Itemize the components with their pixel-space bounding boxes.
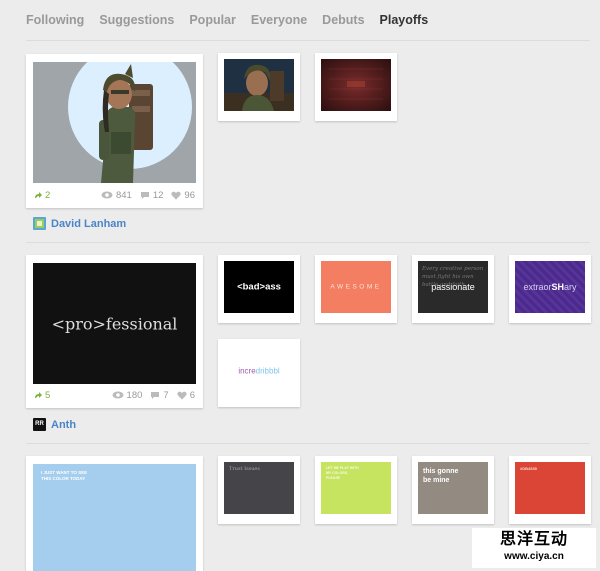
thumb-image[interactable]: LET ME PLAY WITH MY COLORS, PLEASE xyxy=(321,462,391,514)
likes-value: 6 xyxy=(189,389,195,401)
thumb-card[interactable]: this gonne be mine xyxy=(412,456,494,524)
main-shot-card[interactable]: <pro>fessional 5 180 7 6 xyxy=(26,255,203,408)
rebound-arrow-icon xyxy=(35,192,42,198)
red-texture-image[interactable] xyxy=(321,59,391,111)
views-value: 180 xyxy=(126,389,143,401)
thumb-text: LET ME PLAY WITH MY COLORS, PLEASE xyxy=(326,466,359,480)
rebound-value: 5 xyxy=(45,389,51,401)
thumb-text: this gonne be mine xyxy=(423,468,459,484)
thumb-image[interactable]: #DB4535 xyxy=(515,462,585,514)
comments-stat[interactable]: 7 xyxy=(150,389,169,401)
thumb-text-post: dribbbl xyxy=(255,366,280,376)
tab-popular[interactable]: Popular xyxy=(189,13,236,29)
thumb-text: passionate xyxy=(431,282,475,292)
views-stat: 841 xyxy=(101,190,132,201)
watermark-cn: 思洋互动 xyxy=(499,531,568,548)
thumb-card[interactable]: <bad>ass xyxy=(218,255,300,323)
thumb-text: incredribbbl xyxy=(224,367,294,376)
divider xyxy=(26,40,590,41)
rebound-arrow-icon xyxy=(35,392,42,398)
thumb-image[interactable]: incredribbbl xyxy=(224,345,294,397)
shot-stats: 5 180 7 6 xyxy=(34,388,195,402)
avatar: RR xyxy=(33,418,46,431)
thumb-image[interactable]: this gonne be mine xyxy=(418,462,488,514)
thumb-card[interactable]: LET ME PLAY WITH MY COLORS, PLEASE xyxy=(315,456,397,524)
views-stat: 180 xyxy=(112,389,143,401)
rebound-count[interactable]: 5 xyxy=(34,390,50,401)
thumb-text: #DB4535 xyxy=(520,466,537,471)
tab-debuts[interactable]: Debuts xyxy=(322,13,364,29)
thumb-card[interactable]: Trust Issues xyxy=(218,456,300,524)
warrior-illustration-image xyxy=(33,62,196,183)
rebound-value: 2 xyxy=(45,189,51,201)
shot-caption: I JUST WANT TO SEE THIS COLOR TODAY xyxy=(41,470,88,481)
character-closeup-image xyxy=(224,59,294,111)
watermark-url: www.ciya.cn xyxy=(504,551,564,562)
thumb-text: Trust Issues xyxy=(229,466,260,472)
thumb-card[interactable]: extraorSHary xyxy=(509,255,591,323)
heart-icon xyxy=(177,391,187,399)
thumb-card[interactable]: Every creative person must fight his own… xyxy=(412,255,494,323)
thumb-text: <bad>ass xyxy=(237,281,281,293)
main-shot-card[interactable]: 2 841 12 96 xyxy=(26,54,203,208)
thumb-card[interactable] xyxy=(218,53,300,121)
avatar xyxy=(33,217,46,230)
thumb-text-pre: incre xyxy=(238,366,256,376)
main-shot-image[interactable] xyxy=(33,62,196,183)
divider xyxy=(26,443,590,444)
likes-value: 96 xyxy=(184,189,195,201)
rebound-count[interactable]: 2 xyxy=(34,190,50,201)
thumb-text: extraorSHary xyxy=(515,282,585,292)
comment-icon xyxy=(140,191,149,199)
heart-icon xyxy=(171,191,182,199)
main-shot-image[interactable]: <pro>fessional xyxy=(33,263,196,384)
shot-stats: 2 841 12 96 xyxy=(34,188,195,202)
thumb-card[interactable]: AWESOME xyxy=(315,255,397,323)
views-value: 841 xyxy=(115,189,132,201)
eye-icon xyxy=(101,191,113,199)
thumb-card[interactable]: incredribbbl xyxy=(218,339,300,407)
author-name[interactable]: David Lanham xyxy=(51,218,126,230)
watermark: 思洋互动 www.ciya.cn xyxy=(472,528,596,568)
thumb-text: AWESOME xyxy=(330,283,382,291)
thumb-image[interactable]: AWESOME xyxy=(321,261,391,313)
comments-value: 12 xyxy=(152,189,164,201)
thumb-card[interactable]: #DB4535 xyxy=(509,456,591,524)
comment-icon xyxy=(151,391,160,399)
thumb-image[interactable]: extraorSHary xyxy=(515,261,585,313)
thumb-card[interactable] xyxy=(315,53,397,121)
divider xyxy=(26,242,590,243)
likes-stat[interactable]: 6 xyxy=(177,390,195,401)
comments-value: 7 xyxy=(163,389,169,401)
author-name[interactable]: Anth xyxy=(51,419,76,431)
tab-bar: Following Suggestions Popular Everyone D… xyxy=(26,13,443,29)
dark-red-pattern-image xyxy=(329,68,383,100)
page: Following Suggestions Popular Everyone D… xyxy=(0,0,600,571)
eye-icon xyxy=(112,391,124,399)
thumb-text-pre: extraor xyxy=(523,282,552,292)
thumb-image[interactable]: Trust Issues xyxy=(224,462,294,514)
author-link[interactable]: RR Anth xyxy=(33,418,76,431)
thumb-image[interactable]: <bad>ass xyxy=(224,261,294,313)
author-link[interactable]: David Lanham xyxy=(33,217,126,230)
tab-playoffs[interactable]: Playoffs xyxy=(380,13,429,29)
thumb-image[interactable]: Every creative person must fight his own… xyxy=(418,261,488,313)
tab-following[interactable]: Following xyxy=(26,13,84,29)
main-shot-card[interactable]: I JUST WANT TO SEE THIS COLOR TODAY xyxy=(26,456,203,571)
tab-everyone[interactable]: Everyone xyxy=(251,13,307,29)
thumb-text-bold: SH xyxy=(551,282,564,292)
comments-stat[interactable]: 12 xyxy=(140,189,164,201)
main-shot-image[interactable]: I JUST WANT TO SEE THIS COLOR TODAY xyxy=(33,464,196,571)
thumb-image[interactable] xyxy=(224,59,294,111)
thumb-text-post: ary xyxy=(564,282,577,292)
tab-suggestions[interactable]: Suggestions xyxy=(99,13,174,29)
shot-title: <pro>fessional xyxy=(51,314,178,333)
likes-stat[interactable]: 96 xyxy=(171,190,195,201)
